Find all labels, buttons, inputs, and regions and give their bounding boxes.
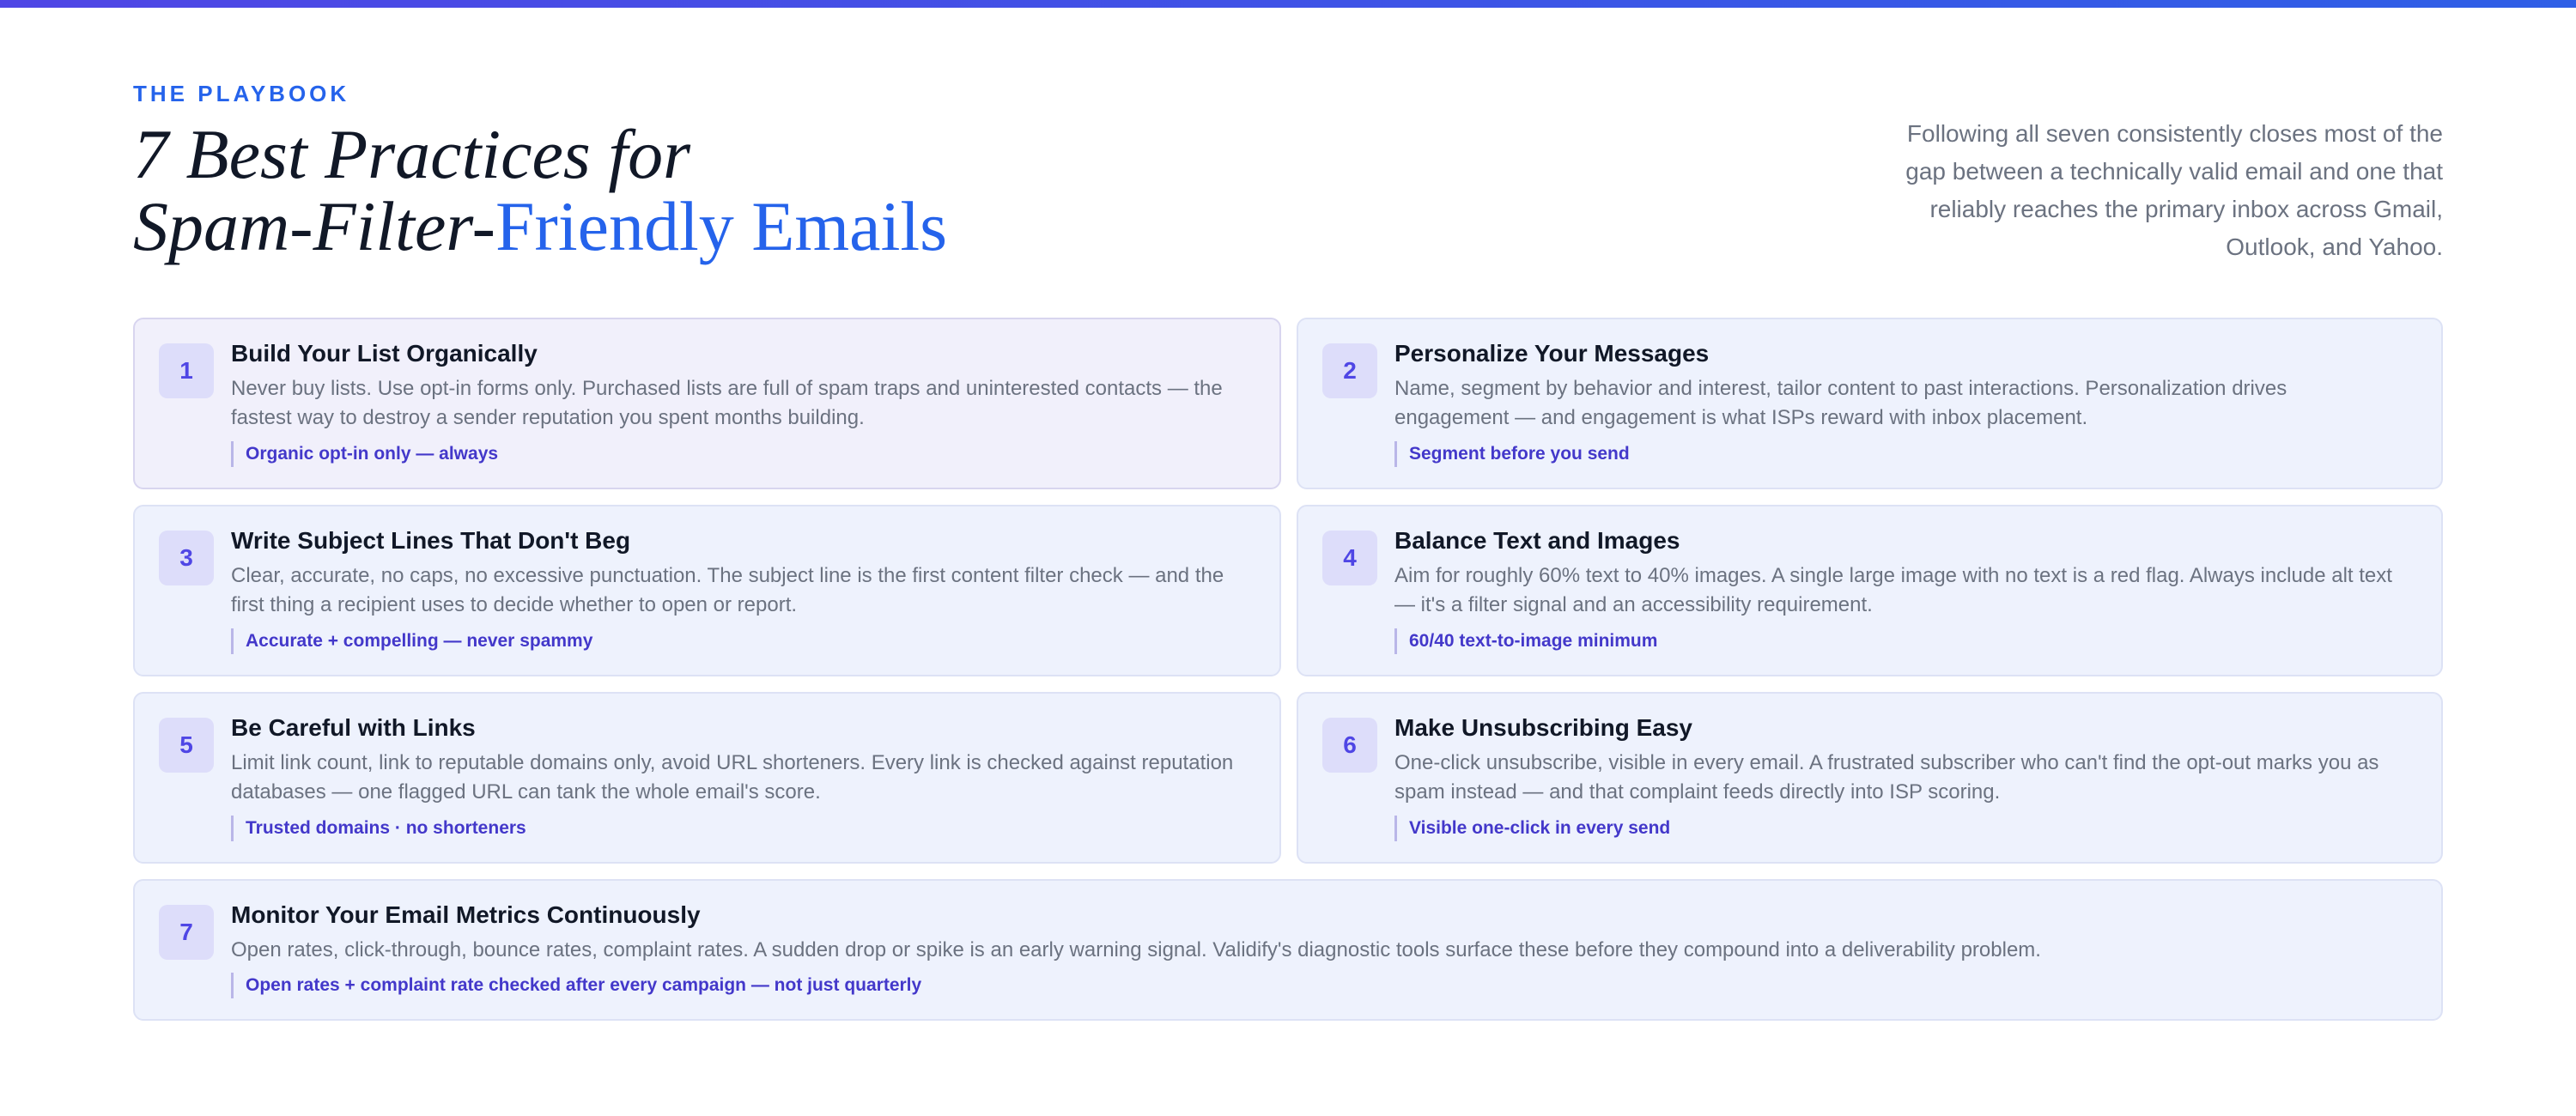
practice-description: Aim for roughly 60% text to 40% images. … (1394, 564, 2392, 616)
practice-description: Never buy lists. Use opt-in forms only. … (231, 377, 1223, 429)
practice-number-badge: 7 (159, 905, 214, 960)
title-line-2-accent: Friendly Emails (495, 187, 948, 265)
page-header: THE PLAYBOOK 7 Best Practices for Spam-F… (133, 81, 2443, 278)
practice-number-badge: 5 (159, 718, 214, 773)
eyebrow-label: THE PLAYBOOK (133, 81, 350, 106)
intro-note: Following all seven consistently closes … (1905, 120, 2443, 260)
practice-title: Balance Text and Images (1394, 527, 1680, 554)
practice-title: Be Careful with Links (231, 714, 476, 741)
practice-title: Monitor Your Email Metrics Continuously (231, 901, 701, 928)
practice-number-badge: 3 (159, 531, 214, 585)
practice-tag: Segment before you send (1394, 441, 1630, 467)
practice-tag: 60/40 text-to-image minimum (1394, 628, 1657, 654)
practice-card-4: 4 Balance Text and Images Aim for roughl… (1297, 505, 2443, 676)
practice-tag: Trusted domains · no shorteners (231, 816, 526, 841)
practice-title: Personalize Your Messages (1394, 340, 1710, 367)
title-line-2-plain: Spam-Filter- (133, 187, 495, 265)
practice-number-badge: 6 (1322, 718, 1377, 773)
practice-number-badge: 2 (1322, 343, 1377, 398)
practice-card-7: 7 Monitor Your Email Metrics Continuousl… (133, 879, 2443, 1021)
practice-title: Make Unsubscribing Easy (1394, 714, 1693, 741)
title-line-1: 7 Best Practices for (133, 115, 691, 193)
practice-card-5: 5 Be Careful with Links Limit link count… (133, 692, 1281, 864)
practice-tag: Visible one-click in every send (1394, 816, 1670, 841)
practice-description: One-click unsubscribe, visible in every … (1394, 751, 2379, 804)
practice-description: Limit link count, link to reputable doma… (231, 751, 1234, 804)
practice-tag: Accurate + compelling — never spammy (231, 628, 592, 654)
practice-number-badge: 1 (159, 343, 214, 398)
practice-card-6: 6 Make Unsubscribing Easy One-click unsu… (1297, 692, 2443, 864)
practice-description: Open rates, click-through, bounce rates,… (231, 938, 2041, 961)
page-title: 7 Best Practices for Spam-Filter-Friendl… (133, 118, 947, 263)
practice-description: Clear, accurate, no caps, no excessive p… (231, 564, 1224, 616)
practice-card-2: 2 Personalize Your Messages Name, segmen… (1297, 318, 2443, 489)
practice-tag: Open rates + complaint rate checked afte… (231, 973, 921, 998)
practice-title: Build Your List Organically (231, 340, 538, 367)
top-accent-bar (0, 0, 2576, 8)
practice-description: Name, segment by behavior and interest, … (1394, 377, 2287, 429)
practice-number-badge: 4 (1322, 531, 1377, 585)
practice-title: Write Subject Lines That Don't Beg (231, 527, 631, 554)
practice-card-3: 3 Write Subject Lines That Don't Beg Cle… (133, 505, 1281, 676)
practice-tag: Organic opt-in only — always (231, 441, 498, 467)
practice-card-1: 1 Build Your List Organically Never buy … (133, 318, 1281, 489)
